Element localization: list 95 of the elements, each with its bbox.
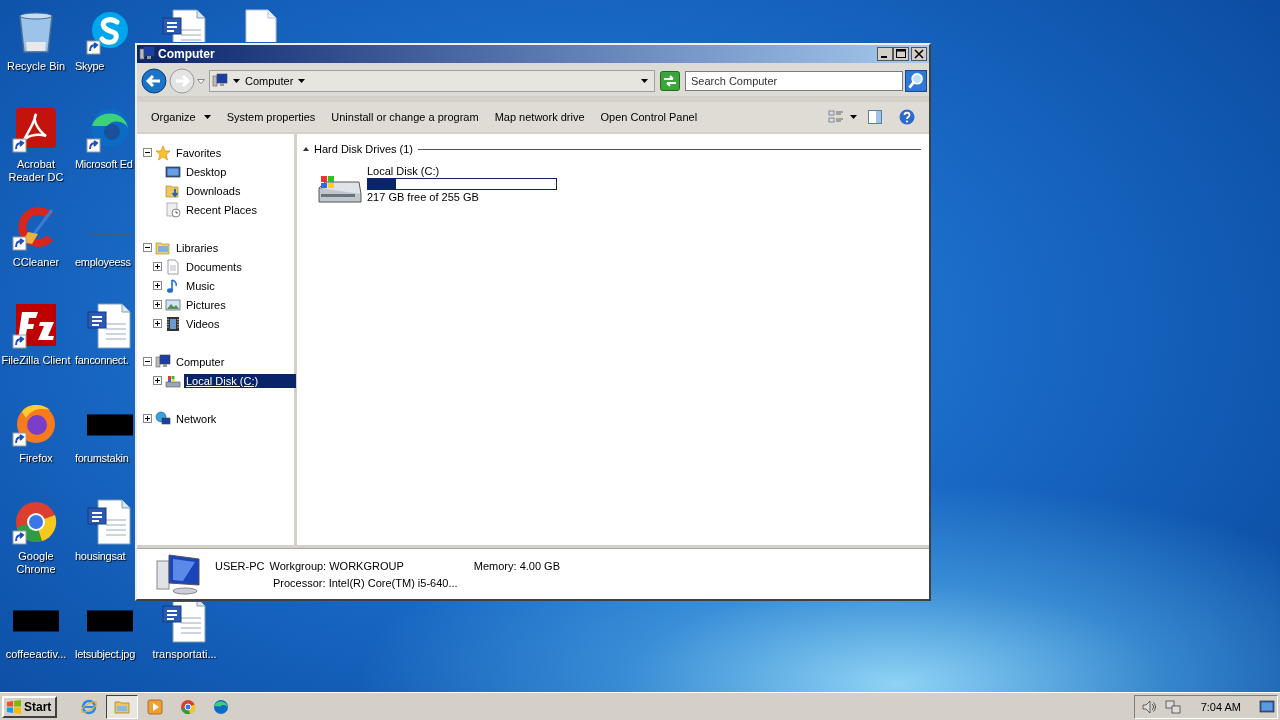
toolbar-button[interactable]: Open Control Panel [592, 108, 706, 126]
toolbar-button[interactable]: Organize [143, 108, 219, 126]
document-icon[interactable] [85, 498, 134, 546]
tree-item[interactable]: Libraries [174, 240, 221, 255]
flag-icon [6, 698, 22, 715]
speaker-icon[interactable] [1140, 698, 1157, 715]
icon-label: Microsoft Ed [75, 158, 133, 171]
clock[interactable]: 7:04 AM [1200, 700, 1241, 713]
search-button[interactable] [905, 70, 927, 92]
expand-icon[interactable] [143, 414, 152, 423]
start-button[interactable]: Start [2, 695, 58, 718]
expand-icon[interactable] [153, 376, 162, 385]
icon-label: Firefox [19, 452, 53, 465]
toolbar-button[interactable]: Uninstall or change a program [323, 108, 487, 126]
icon-label: housingsat [75, 550, 126, 563]
document-icon [165, 258, 181, 275]
media-player-icon [147, 698, 164, 715]
address-bar[interactable]: Computer [209, 70, 655, 92]
icon-label: forumstakin [75, 452, 129, 465]
expand-icon[interactable] [153, 319, 162, 328]
tree-item[interactable]: Recent Places [184, 202, 259, 217]
memory-text: Memory: 4.00 GB [473, 559, 560, 572]
icon-label: letsubject.jpg [75, 648, 135, 661]
processor-text: Processor: Intel(R) Core(TM) i5-640... [273, 576, 458, 589]
icon-label: Recycle Bin [6, 60, 66, 73]
chrome-icon [180, 698, 197, 715]
tree-item[interactable]: Videos [184, 316, 222, 331]
view-dropdown-icon [850, 115, 857, 119]
expand-icon[interactable] [153, 281, 162, 290]
history-dropdown-icon[interactable] [197, 78, 205, 84]
tree-item[interactable]: Pictures [184, 297, 228, 312]
refresh-button[interactable] [660, 71, 680, 91]
collapse-icon[interactable] [143, 357, 152, 366]
tree-item[interactable]: Local Disk (C:) [184, 373, 297, 388]
search-field[interactable]: Search Computer [685, 71, 903, 91]
tree-item[interactable]: Downloads [184, 183, 243, 198]
minimize-button[interactable] [877, 47, 893, 61]
address-dropdown-icon [641, 79, 648, 83]
downloads-folder-icon [165, 182, 181, 199]
icon-label: Google Chrome [15, 550, 57, 576]
close-button[interactable] [911, 47, 927, 61]
workgroup-text: Workgroup: WORKGROUP [269, 559, 404, 572]
computer-icon [212, 73, 228, 89]
tree-item[interactable]: Music [184, 278, 217, 293]
back-button[interactable] [141, 68, 167, 94]
expand-icon[interactable] [153, 262, 162, 271]
help-icon[interactable] [899, 109, 915, 125]
tree-item[interactable]: Desktop [184, 164, 229, 179]
network-icon[interactable] [1164, 698, 1181, 715]
tree-item[interactable]: Documents [184, 259, 244, 274]
film-icon [165, 315, 181, 332]
breadcrumb-caret-icon [298, 79, 306, 83]
collapse-icon[interactable] [303, 147, 309, 151]
tree-item[interactable]: Favorites [174, 145, 224, 160]
browser-icon [81, 698, 98, 715]
desktop-icon [165, 163, 181, 180]
icon-label: Skype [75, 60, 105, 73]
toolbar-button[interactable]: Map network drive [486, 108, 593, 126]
drive-name[interactable]: Local Disk (C:) [367, 165, 557, 177]
preview-pane-icon[interactable] [867, 109, 883, 125]
free-space-text: 217 GB free of 255 GB [367, 191, 480, 203]
computer-icon [155, 553, 203, 595]
document-icon[interactable] [85, 302, 134, 350]
pictures-icon [165, 296, 181, 313]
folder-icon [114, 698, 131, 715]
drive-icon[interactable] [315, 174, 363, 206]
breadcrumb-caret-icon [233, 79, 240, 83]
recent-places-icon [165, 201, 181, 218]
expand-icon[interactable] [153, 300, 162, 309]
edge-icon [213, 698, 230, 715]
taskbar-button[interactable] [106, 694, 139, 719]
icon-label: coffeeactiv... [5, 648, 67, 661]
show-desktop-icon[interactable] [1259, 698, 1275, 715]
icon-label: Acrobat Reader DC [7, 158, 65, 184]
tree-item[interactable]: Network [174, 411, 219, 426]
library-folder-icon [155, 239, 171, 256]
collapse-icon[interactable] [143, 148, 152, 157]
collapse-icon[interactable] [143, 243, 152, 252]
star-icon [155, 144, 171, 161]
tree-item[interactable]: Computer [174, 354, 227, 369]
breadcrumb[interactable]: Computer [245, 75, 294, 87]
computer-icon [139, 46, 155, 62]
icon-label: fanconnect. [75, 354, 129, 367]
icon-label: FileZilla Client [1, 354, 71, 367]
maximize-button[interactable] [893, 47, 909, 61]
icon-label: CCleaner [12, 256, 60, 269]
computer-icon [155, 353, 171, 370]
icon-label: transportati... [152, 648, 217, 661]
group-header[interactable]: Hard Disk Drives (1) [314, 143, 413, 155]
window-title: Computer [158, 47, 215, 61]
computer-name: USER-PC [215, 559, 265, 572]
toolbar-button[interactable]: System properties [218, 108, 324, 126]
network-icon [155, 410, 171, 427]
icon-label: employeess [75, 256, 131, 269]
document-icon[interactable] [160, 602, 209, 644]
